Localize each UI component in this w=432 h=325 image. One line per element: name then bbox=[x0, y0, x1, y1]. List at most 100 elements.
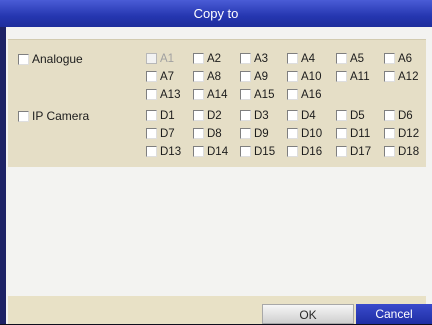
checkbox-box[interactable] bbox=[193, 110, 204, 122]
channel-checkbox-a10[interactable]: A10 bbox=[287, 70, 321, 84]
checkbox-box[interactable] bbox=[384, 128, 395, 140]
checkbox-box[interactable] bbox=[384, 110, 395, 122]
checkbox-box[interactable] bbox=[240, 146, 251, 158]
channel-checkbox-d12[interactable]: D12 bbox=[384, 127, 419, 141]
channel-checkbox-d18[interactable]: D18 bbox=[384, 145, 419, 159]
channel-checkbox-d6[interactable]: D6 bbox=[384, 109, 413, 123]
checkbox-box[interactable] bbox=[336, 128, 347, 140]
checkbox-box[interactable] bbox=[240, 110, 251, 122]
channel-checkbox-a9[interactable]: A9 bbox=[240, 70, 268, 84]
checkbox-box[interactable] bbox=[240, 53, 251, 65]
channel-checkbox-d15[interactable]: D15 bbox=[240, 145, 275, 159]
ip-camera-checkbox-box[interactable] bbox=[18, 111, 29, 123]
cancel-button[interactable]: Cancel bbox=[356, 304, 432, 324]
checkbox-box[interactable] bbox=[287, 110, 298, 122]
checkbox-box[interactable] bbox=[146, 89, 157, 101]
channel-checkbox-a3[interactable]: A3 bbox=[240, 52, 268, 66]
analogue-checkbox-box[interactable] bbox=[18, 54, 29, 66]
checkbox-box[interactable] bbox=[287, 128, 298, 140]
channel-label: D8 bbox=[207, 128, 222, 140]
channel-checkbox-a8[interactable]: A8 bbox=[193, 70, 221, 84]
channel-checkbox-d17[interactable]: D17 bbox=[336, 145, 371, 159]
checkbox-box[interactable] bbox=[146, 128, 157, 140]
channel-label: D2 bbox=[207, 110, 222, 122]
channel-label: A4 bbox=[301, 53, 316, 65]
channel-label: A10 bbox=[301, 71, 322, 83]
checkbox-box[interactable] bbox=[146, 146, 157, 158]
channel-label: A12 bbox=[398, 71, 419, 83]
checkbox-box bbox=[146, 53, 157, 65]
channel-checkbox-a6[interactable]: A6 bbox=[384, 52, 412, 66]
channel-checkbox-d4[interactable]: D4 bbox=[287, 109, 316, 123]
checkbox-box[interactable] bbox=[240, 89, 251, 101]
channel-label: D12 bbox=[398, 128, 420, 140]
channel-label: A8 bbox=[207, 71, 222, 83]
checkbox-box[interactable] bbox=[384, 146, 395, 158]
channel-checkbox-d10[interactable]: D10 bbox=[287, 127, 322, 141]
checkbox-box[interactable] bbox=[193, 89, 204, 101]
channel-label: A7 bbox=[160, 71, 175, 83]
ok-button[interactable]: OK bbox=[262, 304, 354, 324]
ip-camera-checkbox[interactable]: IP Camera bbox=[18, 109, 89, 123]
checkbox-box[interactable] bbox=[146, 110, 157, 122]
channel-checkbox-d13[interactable]: D13 bbox=[146, 145, 181, 159]
checkbox-box[interactable] bbox=[193, 71, 204, 83]
channel-checkbox-a11[interactable]: A11 bbox=[336, 70, 370, 84]
channel-checkbox-d7[interactable]: D7 bbox=[146, 127, 175, 141]
channel-checkbox-a1: A1 bbox=[146, 52, 174, 66]
channel-label: D3 bbox=[254, 110, 269, 122]
checkbox-box[interactable] bbox=[287, 146, 298, 158]
checkbox-box[interactable] bbox=[336, 71, 347, 83]
channel-label: A3 bbox=[254, 53, 269, 65]
checkbox-box[interactable] bbox=[146, 71, 157, 83]
channel-checkbox-d14[interactable]: D14 bbox=[193, 145, 228, 159]
checkbox-box[interactable] bbox=[193, 146, 204, 158]
analogue-label: Analogue bbox=[32, 52, 83, 66]
channel-checkbox-d1[interactable]: D1 bbox=[146, 109, 175, 123]
checkbox-box[interactable] bbox=[287, 53, 298, 65]
window-edge bbox=[0, 27, 6, 324]
channel-label: D1 bbox=[160, 110, 175, 122]
channel-checkbox-d11[interactable]: D11 bbox=[336, 127, 370, 141]
channel-checkbox-d16[interactable]: D16 bbox=[287, 145, 322, 159]
channel-checkbox-d5[interactable]: D5 bbox=[336, 109, 365, 123]
channel-label: A9 bbox=[254, 71, 269, 83]
channel-checkbox-a5[interactable]: A5 bbox=[336, 52, 364, 66]
checkbox-box[interactable] bbox=[336, 53, 347, 65]
checkbox-box[interactable] bbox=[336, 146, 347, 158]
channel-checkbox-a13[interactable]: A13 bbox=[146, 88, 180, 102]
channel-label: D9 bbox=[254, 128, 269, 140]
channel-checkbox-a16[interactable]: A16 bbox=[287, 88, 321, 102]
checkbox-box[interactable] bbox=[384, 53, 395, 65]
channel-checkbox-d2[interactable]: D2 bbox=[193, 109, 222, 123]
channel-checkbox-d8[interactable]: D8 bbox=[193, 127, 222, 141]
checkbox-box[interactable] bbox=[384, 71, 395, 83]
channel-checkbox-a2[interactable]: A2 bbox=[193, 52, 221, 66]
analogue-checkbox[interactable]: Analogue bbox=[18, 52, 83, 66]
channel-label: D16 bbox=[301, 146, 323, 158]
channel-label: D15 bbox=[254, 146, 276, 158]
channel-label: A5 bbox=[350, 53, 365, 65]
dialog-title: Copy to bbox=[0, 0, 432, 27]
channel-label: D14 bbox=[207, 146, 229, 158]
channel-label: A6 bbox=[398, 53, 413, 65]
checkbox-box[interactable] bbox=[287, 71, 298, 83]
channel-checkbox-a14[interactable]: A14 bbox=[193, 88, 227, 102]
ip-camera-label: IP Camera bbox=[32, 109, 90, 123]
copy-to-dialog: Copy to Analogue IP Camera A1 A2 A3 A4 A5 A6 A… bbox=[0, 0, 432, 324]
checkbox-box[interactable] bbox=[240, 128, 251, 140]
channel-checkbox-d3[interactable]: D3 bbox=[240, 109, 269, 123]
checkbox-box[interactable] bbox=[193, 53, 204, 65]
checkbox-box[interactable] bbox=[240, 71, 251, 83]
checkbox-box[interactable] bbox=[336, 110, 347, 122]
checkbox-box[interactable] bbox=[287, 89, 298, 101]
channel-label: A11 bbox=[350, 71, 370, 83]
channel-checkbox-a12[interactable]: A12 bbox=[384, 70, 418, 84]
channel-label: D18 bbox=[398, 146, 420, 158]
channel-label: A2 bbox=[207, 53, 222, 65]
checkbox-box[interactable] bbox=[193, 128, 204, 140]
channel-checkbox-a4[interactable]: A4 bbox=[287, 52, 315, 66]
channel-checkbox-a15[interactable]: A15 bbox=[240, 88, 274, 102]
channel-checkbox-a7[interactable]: A7 bbox=[146, 70, 174, 84]
channel-checkbox-d9[interactable]: D9 bbox=[240, 127, 269, 141]
